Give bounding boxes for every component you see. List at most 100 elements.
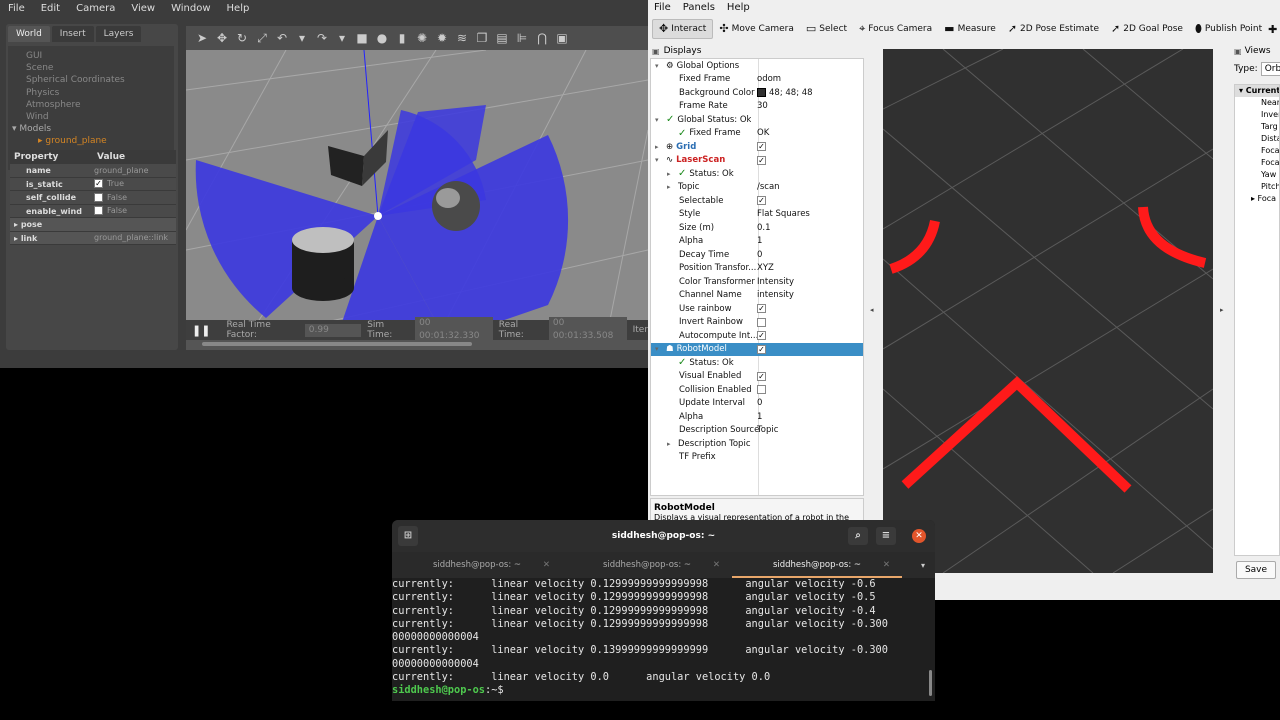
expand-arrow-icon[interactable]: ▸ <box>14 220 21 229</box>
save-view-button[interactable]: Save <box>1236 561 1276 579</box>
point-light-icon[interactable]: ✺ <box>414 30 430 46</box>
view-property[interactable]: ▾ Current <box>1235 85 1279 97</box>
display-row[interactable]: Invert Rainbow <box>651 316 863 330</box>
view-property[interactable]: Inver <box>1235 109 1279 121</box>
tree-item-ground-plane[interactable]: ▸ ground_plane <box>8 135 174 147</box>
gz-menu-edit[interactable]: Edit <box>33 0 68 18</box>
display-row[interactable]: Selectable ✓ <box>651 194 863 208</box>
tool-interact[interactable]: ✥ Interact <box>652 19 714 39</box>
view-property[interactable]: Near <box>1235 97 1279 109</box>
tool-move-camera[interactable]: ✣ Move Camera <box>713 19 800 39</box>
display-row[interactable]: ▸ Topic/scan <box>651 181 863 195</box>
copy-icon[interactable]: ❐ <box>474 30 490 46</box>
redo-dropdown-icon[interactable]: ▾ <box>334 30 350 46</box>
snap-icon[interactable]: ⋂ <box>534 30 550 46</box>
rviz-3d-view[interactable] <box>883 49 1213 573</box>
view-property[interactable]: Targ <box>1235 121 1279 133</box>
display-checkbox[interactable]: ✓ <box>757 196 766 206</box>
horizontal-scrollbar[interactable] <box>202 342 472 346</box>
display-checkbox[interactable] <box>757 317 766 327</box>
display-row[interactable]: Color Transformer Intensity <box>651 275 863 289</box>
display-row[interactable]: Autocompute Int... ✓ <box>651 329 863 343</box>
display-row[interactable]: Background Color 48; 48; 48 <box>651 86 863 100</box>
display-checkbox[interactable]: ✓ <box>757 142 766 152</box>
display-checkbox[interactable]: ✓ <box>757 155 766 165</box>
display-checkbox[interactable] <box>757 385 766 395</box>
tree-item[interactable]: GUI <box>8 50 174 62</box>
terminal-tab-2[interactable]: siddhesh@pop-os: ~ ✕ <box>562 552 732 578</box>
display-row[interactable]: Frame Rate 30 <box>651 100 863 114</box>
display-row[interactable]: TF Prefix <box>651 451 863 465</box>
tool-goal-pose[interactable]: ➚ 2D Goal Pose <box>1105 19 1189 39</box>
sphere-icon[interactable]: ● <box>374 30 390 46</box>
property-row[interactable]: self_collide False <box>10 191 176 205</box>
gazebo-3d-view[interactable]: ➤ ✥ ↻ ⤢ ↶ ▾ ↷ ▾ ■ ● ▮ ✺ ✹ ≋ ❐ ▤ ⊫ ⋂ ▣ ❚❚… <box>186 26 648 350</box>
tab-close-icon[interactable]: ✕ <box>543 552 550 578</box>
display-checkbox[interactable]: ✓ <box>757 331 766 341</box>
select-arrow-icon[interactable]: ➤ <box>194 30 210 46</box>
search-icon[interactable]: ⌕ <box>848 527 868 545</box>
box-icon[interactable]: ■ <box>354 30 370 46</box>
property-checkbox[interactable] <box>94 192 103 202</box>
display-row[interactable]: Use rainbow ✓ <box>651 302 863 316</box>
display-row[interactable]: Update Interval 0 <box>651 397 863 411</box>
rotate-icon[interactable]: ↻ <box>234 30 250 46</box>
tool-pose-estimate[interactable]: ➚ 2D Pose Estimate <box>1002 19 1105 39</box>
display-checkbox[interactable]: ✓ <box>757 304 766 314</box>
view-property[interactable]: Foca <box>1235 145 1279 157</box>
display-row[interactable]: Channel Name intensity <box>651 289 863 303</box>
display-row[interactable]: ▾ ∿ LaserScan ✓ <box>651 154 863 168</box>
paste-icon[interactable]: ▤ <box>494 30 510 46</box>
menu-icon[interactable]: ≡ <box>876 527 896 545</box>
expand-arrow-icon[interactable]: ▾ <box>655 116 663 124</box>
display-row[interactable]: ✓ Status: Ok <box>651 356 863 370</box>
view-property[interactable]: Pitch <box>1235 181 1279 193</box>
property-checkbox[interactable] <box>94 206 103 216</box>
display-row[interactable]: Decay Time 0 <box>651 248 863 262</box>
view-property[interactable]: ▸ Foca <box>1235 193 1279 205</box>
view-type-select[interactable]: Orbit <box>1260 62 1280 76</box>
collapse-left-icon[interactable]: ◂ <box>870 306 874 314</box>
display-row[interactable]: Description Source Topic <box>651 424 863 438</box>
rv-menu-panels[interactable]: Panels <box>683 2 715 13</box>
tree-item[interactable]: Wind <box>8 111 174 123</box>
terminal-scrollbar[interactable] <box>929 670 932 696</box>
tab-close-icon[interactable]: ✕ <box>883 552 890 578</box>
property-row[interactable]: is_static ✓ True <box>10 177 176 191</box>
display-row[interactable]: Fixed Frame odom <box>651 73 863 87</box>
tree-item-models[interactable]: ▾ Models <box>8 123 174 135</box>
display-row[interactable]: ▾ ⚙ Global Options <box>651 59 863 73</box>
expand-arrow-icon[interactable]: ▾ <box>655 62 663 70</box>
display-row[interactable]: Alpha 1 <box>651 410 863 424</box>
add-tool-icon[interactable]: ✚ <box>1268 23 1277 36</box>
tree-item[interactable]: Atmosphere <box>8 99 174 111</box>
tab-close-icon[interactable]: ✕ <box>713 552 720 578</box>
directional-light-icon[interactable]: ≋ <box>454 30 470 46</box>
display-row[interactable]: Collision Enabled <box>651 383 863 397</box>
undo-icon[interactable]: ↶ <box>274 30 290 46</box>
new-tab-icon[interactable]: ⊞ <box>398 526 418 546</box>
gz-menu-help[interactable]: Help <box>219 0 258 18</box>
redo-icon[interactable]: ↷ <box>314 30 330 46</box>
display-row[interactable]: Style Flat Squares <box>651 208 863 222</box>
translate-icon[interactable]: ✥ <box>214 30 230 46</box>
tab-layers[interactable]: Layers <box>95 26 142 42</box>
view-property[interactable]: Yaw <box>1235 169 1279 181</box>
expand-arrow-icon[interactable]: ▸ <box>667 183 675 191</box>
gz-menu-file[interactable]: File <box>0 0 33 18</box>
display-row[interactable]: ▸ ✓ Status: Ok <box>651 167 863 181</box>
expand-arrow-icon[interactable]: ▾ <box>655 156 663 164</box>
gz-menu-camera[interactable]: Camera <box>68 0 123 18</box>
gz-menu-view[interactable]: View <box>123 0 163 18</box>
tabs-dropdown-icon[interactable]: ▾ <box>921 561 925 570</box>
property-checkbox[interactable]: ✓ <box>94 179 103 189</box>
rv-menu-file[interactable]: File <box>654 2 671 13</box>
property-row[interactable]: enable_wind False <box>10 204 176 218</box>
terminal-output[interactable]: currently: linear velocity 0.12999999999… <box>392 578 935 698</box>
display-row[interactable]: ▾ ☗ RobotModel ✓ <box>651 342 863 356</box>
display-row[interactable]: ▸ Description Topic <box>651 437 863 451</box>
tool-focus-camera[interactable]: ⌖ Focus Camera <box>853 19 938 39</box>
expand-arrow-icon[interactable]: ▸ <box>14 234 21 243</box>
display-row[interactable]: Position Transfor... XYZ <box>651 262 863 276</box>
terminal-tab-1[interactable]: siddhesh@pop-os: ~ ✕ <box>392 552 562 578</box>
